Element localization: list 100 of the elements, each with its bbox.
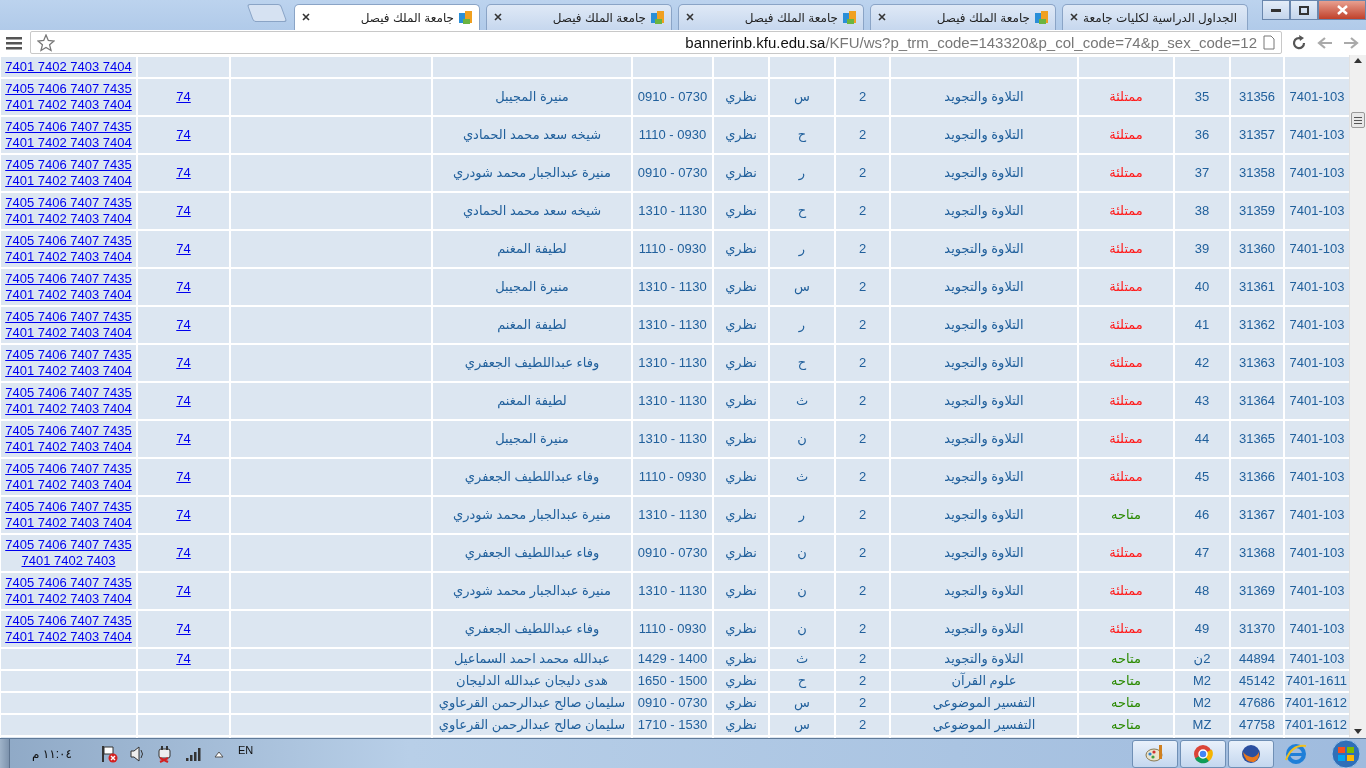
crn-cell: 47686 [1238,695,1276,710]
paint-app-button[interactable] [1132,739,1178,768]
browser-app-button[interactable] [1180,739,1226,768]
college-link[interactable]: 74 [176,651,191,667]
credit-hours-cell: 2 [858,673,867,688]
maximize-button[interactable] [1290,0,1318,20]
instructor-cell: منيرة المجيبل [495,431,569,446]
time-cell: 1110 - 0930 [638,469,707,484]
status-cell: ممتلئة [1109,355,1143,370]
menu-icon[interactable] [6,35,22,50]
time-cell: 1310 - 1130 [638,583,707,598]
browser-tab[interactable]: جامعة الملك فيصل [678,4,864,30]
college-link[interactable]: 74 [176,241,191,257]
course-code-cell: 7401-103 [1289,651,1345,666]
instructor-cell: هدى دليجان عبدالله الدليجان [456,673,608,688]
day-cell: ر [798,165,806,180]
college-link[interactable]: 74 [176,127,191,143]
college-link[interactable]: 74 [176,469,191,485]
instructor-cell: شيخه سعد محمد الحمادي [462,127,602,142]
class-type-cell: نظري [725,545,757,560]
college-link[interactable]: 74 [176,545,191,561]
college-link[interactable]: 74 [176,431,191,447]
time-cell: 1310 - 1130 [638,431,707,446]
section-cell: 43 [1194,393,1210,408]
instructor-cell: منيرة المجيبل [495,89,569,104]
day-cell: س [794,695,810,710]
time-cell: 1110 - 0930 [638,127,707,142]
reload-icon[interactable] [1290,33,1308,52]
course-name-cell: التلاوة والتجويد [944,165,1024,180]
time-cell: 0910 - 0730 [637,695,708,710]
browser-tab[interactable]: جامعة الملك فيصل [294,4,480,30]
college-link[interactable]: 74 [176,89,191,105]
close-icon[interactable] [877,11,887,22]
close-icon[interactable] [301,11,311,22]
course-name-cell: التلاوة والتجويد [944,393,1024,408]
status-cell: ممتلئة [1109,89,1143,104]
language-indicator[interactable]: EN [237,744,254,756]
section-cell: M2 [1192,673,1212,688]
maximize-icon [1299,5,1309,15]
course-name-cell: التلاوة والتجويد [944,431,1024,446]
crn-cell: 31360 [1238,241,1276,256]
close-button[interactable] [1318,0,1366,20]
college-link[interactable]: 74 [176,583,191,599]
college-link[interactable]: 74 [176,621,191,637]
crn-cell: 31357 [1238,127,1276,142]
action-center-flag-icon[interactable] [99,744,118,763]
speaker-icon[interactable] [129,745,144,762]
status-cell: متاحه [1111,717,1141,732]
class-type-cell: نظري [725,507,757,522]
college-link[interactable]: 74 [176,203,191,219]
clock[interactable]: ١١:٠٤ م [32,746,72,761]
class-type-cell: نظري [725,241,757,256]
section-cell: 45 [1194,469,1210,484]
show-hidden-icons-icon[interactable] [213,749,224,758]
star-icon[interactable] [37,33,55,52]
course-code-cell: 7401-103 [1289,317,1345,332]
status-cell: ممتلئة [1109,583,1143,598]
address-field[interactable]: bannerinb.kfu.edu.sa/KFU/ws?p_trm_code=143320&p_col_code=74&p_sex_code=12 [30,31,1282,54]
signal-bars-icon[interactable] [185,746,202,761]
instructor-cell: وفاء عبداللطيف الجعفري [464,355,600,370]
fox-browser-app-button[interactable] [1228,739,1274,768]
time-cell: 0910 - 0730 [637,89,708,104]
credit-hours-cell: 2 [858,393,867,408]
minimize-button[interactable] [1262,0,1290,20]
credit-hours-cell: 2 [858,469,867,484]
class-type-cell: نظري [725,431,757,446]
day-cell: ث [795,393,809,408]
close-icon[interactable] [1069,11,1079,22]
time-cell: 1650 - 1500 [637,673,708,688]
scrollbar-thumb[interactable] [1351,112,1365,128]
course-code-cell: 7401-103 [1289,583,1345,598]
browser-tab[interactable]: الجداول الدراسية لكليات جامعة [1062,4,1248,30]
course-code-cell: 7401-103 [1289,469,1345,484]
close-icon[interactable] [493,11,503,22]
college-link[interactable]: 74 [176,165,191,181]
instructor-cell: لطيفة المغنم [497,393,567,408]
day-cell: ث [795,469,809,484]
day-cell: ن [797,583,807,598]
status-cell: ممتلئة [1109,469,1143,484]
crn-cell: 31370 [1238,621,1276,636]
browser-tab[interactable]: جامعة الملك فيصل [870,4,1056,30]
close-icon[interactable] [685,11,695,22]
fox-browser-app-icon [1240,742,1262,765]
section-cell: 42 [1194,355,1210,370]
crn-cell: 31363 [1238,355,1276,370]
college-link[interactable]: 74 [176,355,191,371]
instructor-cell: منيرة المجيبل [495,279,569,294]
course-name-cell: التلاوة والتجويد [944,651,1024,666]
course-name-cell: التلاوة والتجويد [944,279,1024,294]
browser-tab[interactable]: جامعة الملك فيصل [486,4,672,30]
instructor-cell: وفاء عبداللطيف الجعفري [464,545,600,560]
instructor-cell: منيرة عبدالجبار محمد شودري [453,507,611,522]
paint-app-icon [1144,742,1166,765]
college-link[interactable]: 74 [176,279,191,295]
time-cell: 1310 - 1130 [638,355,707,370]
college-link[interactable]: 74 [176,317,191,333]
class-type-cell: نظري [725,717,757,732]
college-link[interactable]: 74 [176,507,191,523]
college-link[interactable]: 74 [176,393,191,409]
power-plug-icon[interactable] [155,744,174,763]
